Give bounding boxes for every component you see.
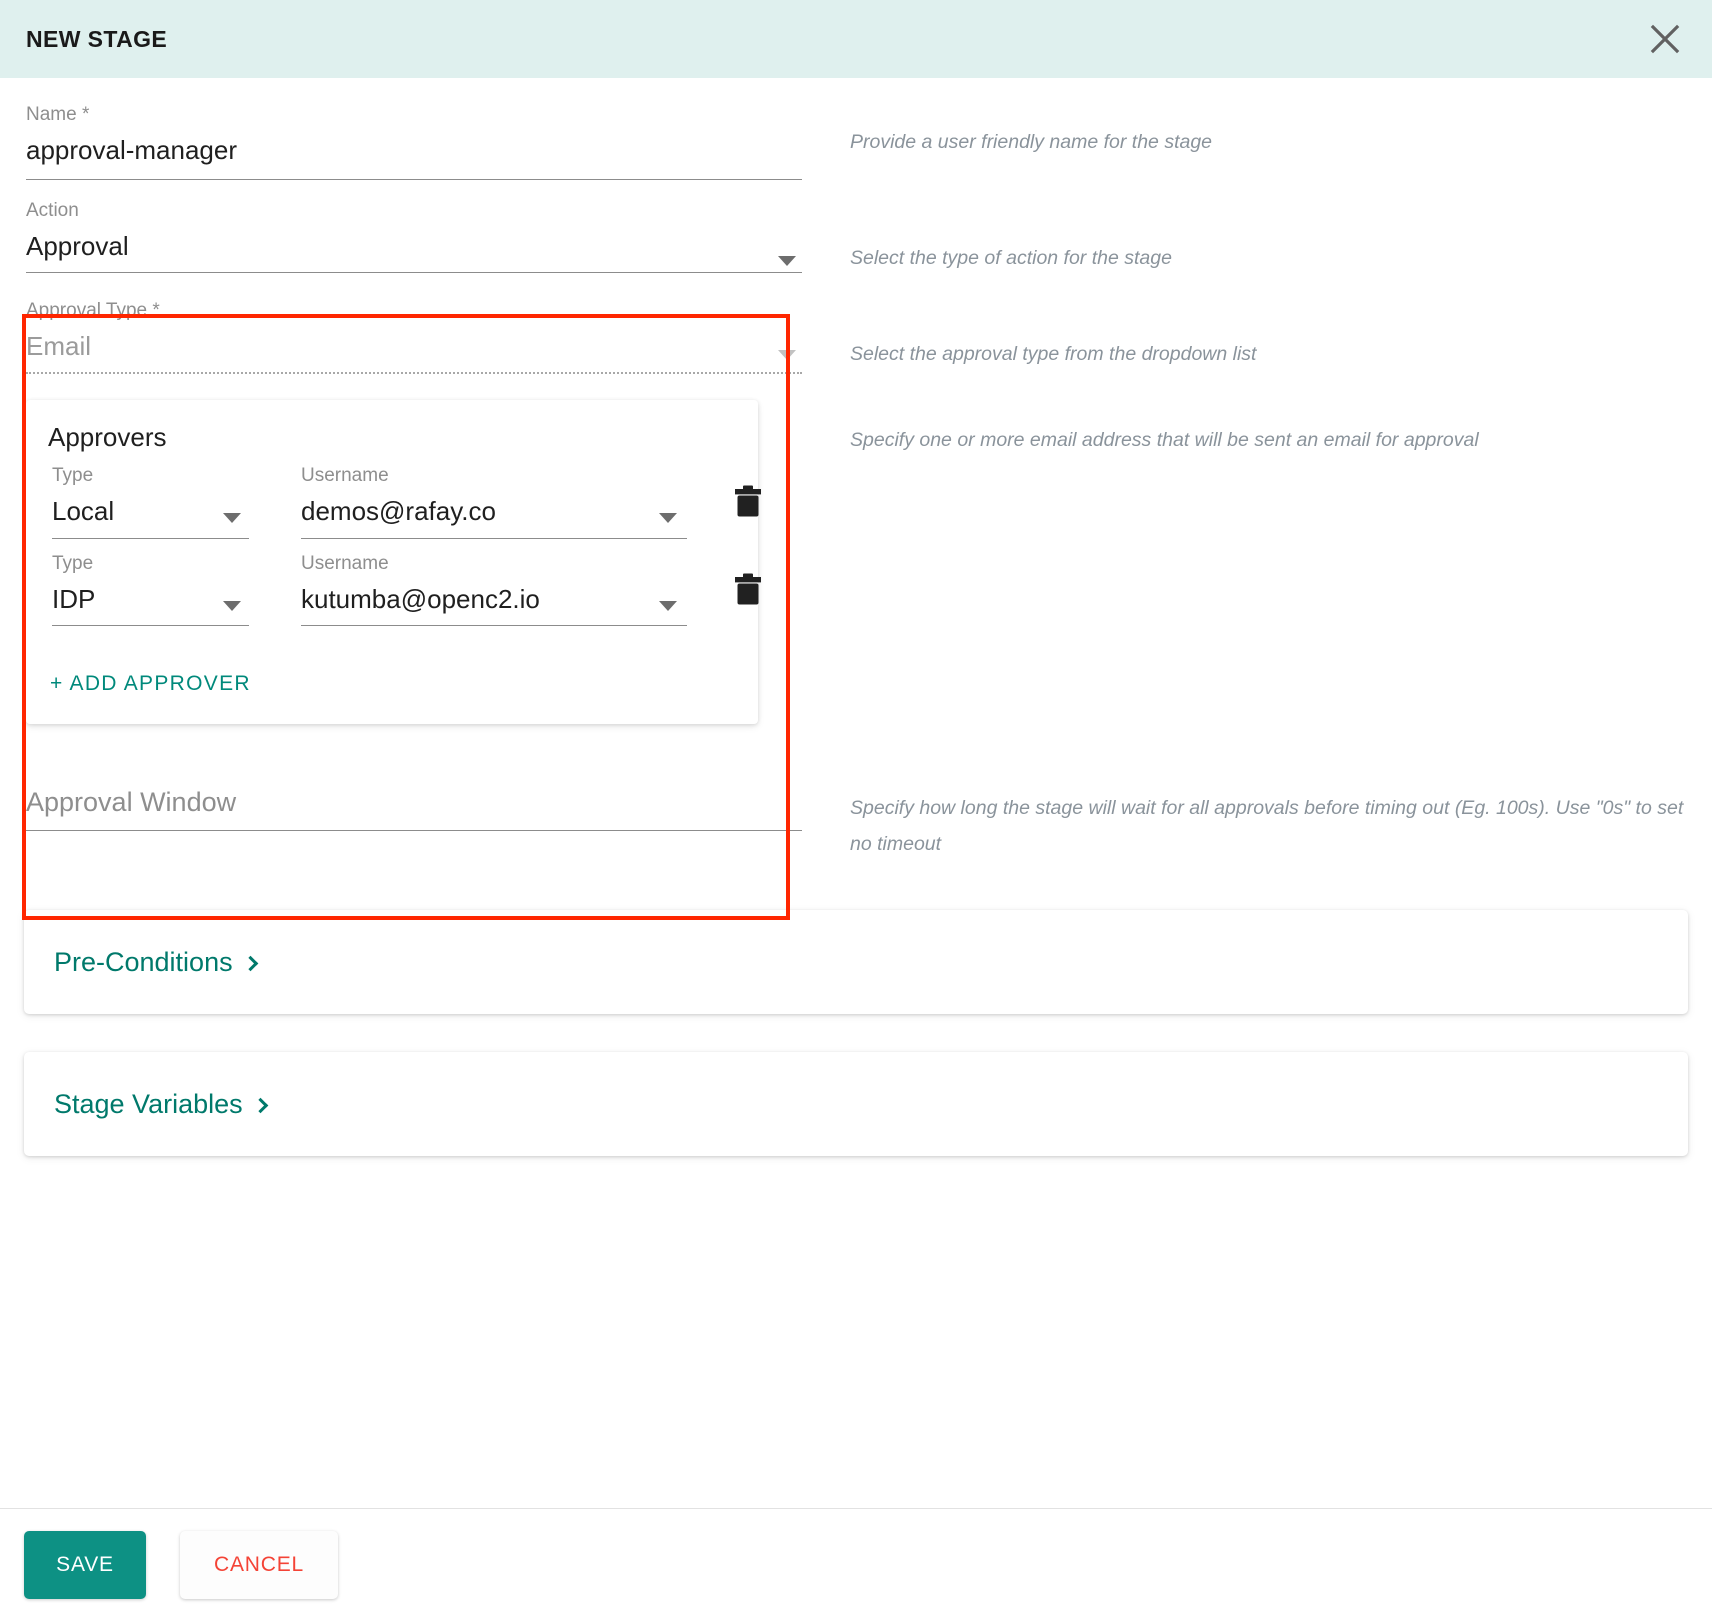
save-button[interactable]: SAVE xyxy=(24,1530,146,1599)
approval-window-hint: Specify how long the stage will wait for… xyxy=(850,797,1684,856)
approval-type-hint: Select the approval type from the dropdo… xyxy=(850,342,1257,365)
action-row: Action Approval Select the type of actio… xyxy=(22,180,1690,276)
chevron-down-icon[interactable] xyxy=(778,255,796,266)
approval-type-label: Approval Type * xyxy=(26,299,160,321)
approval-window-field[interactable]: Approval Window xyxy=(22,786,806,831)
approver-username-value[interactable]: kutumba@openc2.io xyxy=(301,583,687,626)
close-icon xyxy=(1650,24,1680,54)
approvers-card: Approvers Type Local Username demos@rafa… xyxy=(26,400,761,725)
approver-username-select[interactable]: Username kutumba@openc2.io xyxy=(297,553,691,627)
approver-row: Type IDP Username kutumba@openc2.io xyxy=(48,553,761,627)
approver-type-underline xyxy=(52,537,249,539)
approver-username-label: Username xyxy=(301,552,389,574)
approver-type-select[interactable]: Type Local xyxy=(48,465,253,539)
approvers-title: Approvers xyxy=(48,422,167,453)
approver-username-underline xyxy=(301,625,687,627)
action-hint: Select the type of action for the stage xyxy=(850,246,1172,269)
action-select[interactable]: Action Approval xyxy=(22,199,806,273)
action-value[interactable]: Approval xyxy=(26,230,802,273)
dialog-footer: SAVE CANCEL xyxy=(0,1508,1712,1620)
action-label: Action xyxy=(26,199,79,221)
approvers-hint: Specify one or more email address that w… xyxy=(850,429,1479,452)
approver-type-underline xyxy=(52,625,249,627)
approver-type-value[interactable]: Local xyxy=(52,495,249,538)
name-label: Name * xyxy=(26,104,90,125)
chevron-down-icon[interactable] xyxy=(223,513,241,524)
page-title: NEW STAGE xyxy=(26,25,168,52)
approver-type-select[interactable]: Type IDP xyxy=(48,553,253,627)
chevron-down-icon[interactable] xyxy=(659,513,677,524)
approval-type-select[interactable]: Approval Type * Email xyxy=(22,300,806,375)
approvers-row: Approvers Type Local Username demos@rafa… xyxy=(22,374,1690,725)
approval-window-row: Approval Window Specify how long the sta… xyxy=(22,786,1690,862)
accordion-pre-conditions[interactable]: Pre-Conditions xyxy=(24,910,1688,1015)
name-underline xyxy=(26,178,802,180)
name-hint: Provide a user friendly name for the sta… xyxy=(850,131,1213,153)
approver-username-label: Username xyxy=(301,465,389,487)
approver-type-label: Type xyxy=(52,552,94,574)
trash-icon xyxy=(733,484,763,521)
action-underline xyxy=(26,272,802,273)
delete-approver-button[interactable] xyxy=(733,572,763,608)
approver-row: Type Local Username demos@rafay.co xyxy=(48,465,761,539)
name-field[interactable]: Name * approval-manager xyxy=(22,78,806,180)
chevron-right-icon xyxy=(252,1097,268,1113)
accordion-pre-conditions-label: Pre-Conditions xyxy=(54,946,258,978)
chevron-down-icon[interactable] xyxy=(659,600,677,611)
cancel-button[interactable]: CANCEL xyxy=(180,1530,338,1599)
accordion-stage-variables-text: Stage Variables xyxy=(54,1088,243,1119)
close-button[interactable] xyxy=(1642,16,1688,62)
accordion-stage-variables-label: Stage Variables xyxy=(54,1088,268,1120)
dialog-header: NEW STAGE xyxy=(0,0,1712,78)
approver-type-value[interactable]: IDP xyxy=(52,583,249,626)
approval-type-row: Approval Type * Email Select the approva… xyxy=(22,300,1690,375)
name-row: Name * approval-manager Provide a user f… xyxy=(22,78,1690,180)
approver-username-underline xyxy=(301,537,687,539)
approver-username-select[interactable]: Username demos@rafay.co xyxy=(297,465,691,539)
delete-approver-button[interactable] xyxy=(733,485,763,521)
trash-icon xyxy=(733,572,763,609)
chevron-down-icon[interactable] xyxy=(778,349,796,360)
approval-window-underline xyxy=(26,829,802,831)
accordion-stage-variables[interactable]: Stage Variables xyxy=(24,1052,1688,1157)
approval-type-underline xyxy=(26,372,802,375)
dialog-body: Name * approval-manager Provide a user f… xyxy=(0,78,1712,1508)
add-approver-button[interactable]: + ADD APPROVER xyxy=(48,666,253,702)
accordion-pre-conditions-text: Pre-Conditions xyxy=(54,946,233,977)
name-input[interactable]: approval-manager xyxy=(26,134,802,177)
chevron-right-icon xyxy=(242,955,258,971)
chevron-down-icon[interactable] xyxy=(223,600,241,611)
approver-type-label: Type xyxy=(52,465,94,487)
approval-window-input[interactable]: Approval Window xyxy=(26,786,802,830)
approval-type-value[interactable]: Email xyxy=(26,330,802,373)
approver-username-value[interactable]: demos@rafay.co xyxy=(301,495,687,538)
